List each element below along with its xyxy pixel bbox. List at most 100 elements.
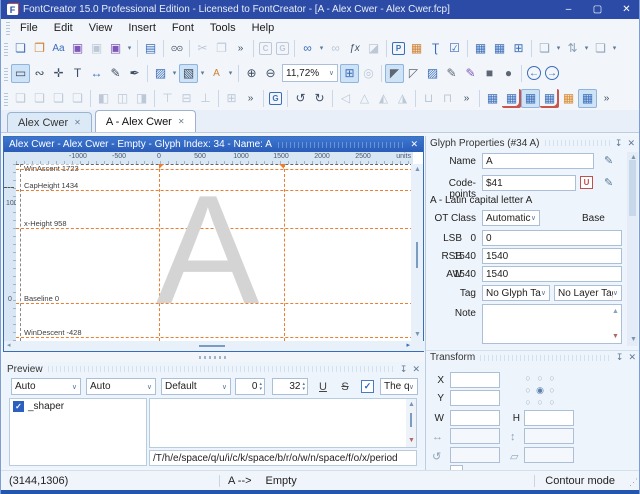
shaper-list[interactable]: ✓ _shaper xyxy=(9,398,147,466)
underline-button[interactable]: U xyxy=(315,378,331,395)
font-properties-icon[interactable]: P xyxy=(392,42,405,55)
origin-radio[interactable]: ○ xyxy=(522,372,534,384)
flip-vertical-icon[interactable]: △ xyxy=(355,89,374,108)
panel-close-icon[interactable]: ✕ xyxy=(628,352,636,363)
strikeout-button[interactable]: S xyxy=(337,378,353,395)
origin-radio[interactable]: ○ xyxy=(546,396,558,408)
spin-down-icon[interactable]: ▾ xyxy=(259,387,262,392)
transform-h-field[interactable] xyxy=(524,410,574,426)
link-dropdown-icon[interactable]: ▾ xyxy=(317,39,326,58)
draw-path-icon[interactable]: ✎ xyxy=(461,64,480,83)
rotate-cw-icon[interactable]: ↻ xyxy=(310,89,329,108)
codepoints-field[interactable] xyxy=(482,175,576,191)
pointer-mode-icon[interactable]: ◤ xyxy=(385,64,404,83)
pin-icon[interactable]: ↧ xyxy=(616,352,624,363)
draw-tool-icon[interactable]: ✎ xyxy=(106,64,125,83)
zoom-fit-icon[interactable]: ⊞ xyxy=(340,64,359,83)
glyph-canvas[interactable]: WinAscent 1723 CapHeight 1434 x-Height 9… xyxy=(16,164,413,341)
preview-spacing-stepper[interactable]: 0 ▴▾ xyxy=(235,378,265,395)
minimize-button[interactable]: – xyxy=(554,0,583,19)
edit-wand-icon[interactable]: ✎ xyxy=(604,176,613,189)
measure-tool-icon[interactable]: ↔ xyxy=(87,64,106,83)
note-field[interactable] xyxy=(482,304,622,344)
send-backward-icon[interactable]: ❏ xyxy=(49,89,68,108)
compare-glyphs-icon[interactable]: ▦ xyxy=(471,39,490,58)
menu-insert[interactable]: Insert xyxy=(120,21,164,35)
draw-contour-icon[interactable]: ✎ xyxy=(442,64,461,83)
scroll-right-icon[interactable]: ▸ xyxy=(406,341,410,351)
tab-glyph-edit[interactable]: A - Alex Cwer ✕ xyxy=(95,110,196,132)
horizontal-ruler[interactable]: -1000 -500 0 500 1000 1500 2000 2500 uni… xyxy=(16,152,413,164)
transform-origin-grid[interactable]: ○ ○ ○ ○ ◉ ○ ○ ○ ○ xyxy=(522,372,558,408)
center-glyph-icon[interactable]: ⊞ xyxy=(222,89,241,108)
unicode-badge-icon[interactable]: U xyxy=(580,176,593,189)
preview-options-checkbox[interactable]: ✓ xyxy=(361,380,374,393)
labels-mode-icon[interactable]: A xyxy=(207,64,226,83)
blank-glyph-dropdown-icon[interactable]: ▾ xyxy=(554,39,563,58)
contour-mode-icon[interactable]: ◸ xyxy=(404,64,423,83)
list-item[interactable]: ✓ _shaper xyxy=(10,399,146,414)
transform-x-field[interactable] xyxy=(450,372,500,388)
rotate-left-90-icon[interactable]: ◭ xyxy=(374,89,393,108)
scroll-up-icon[interactable]: ▲ xyxy=(414,165,421,175)
freehand-select-icon[interactable]: ∾ xyxy=(30,64,49,83)
origin-radio[interactable]: ○ xyxy=(546,384,558,396)
rsb-field[interactable] xyxy=(482,248,622,264)
menu-edit[interactable]: Edit xyxy=(46,21,81,35)
panel-splitter[interactable] xyxy=(3,353,424,361)
paste-special-icon[interactable]: G xyxy=(269,92,282,105)
copy-icon[interactable]: ❐ xyxy=(212,39,231,58)
pan-tool-icon[interactable]: ✛ xyxy=(49,64,68,83)
metrics-rows-icon[interactable]: ▦ xyxy=(521,89,540,108)
zoom-out-icon[interactable]: ⊖ xyxy=(261,64,280,83)
save-copy-icon[interactable]: ▣ xyxy=(87,39,106,58)
scroll-down-icon[interactable]: ▼ xyxy=(612,332,619,342)
opentype-designer-icon[interactable]: ƒx xyxy=(345,39,364,58)
swap-glyphs-icon[interactable]: ⇅ xyxy=(563,39,582,58)
skew-field[interactable] xyxy=(524,447,574,463)
stretch-height-field[interactable] xyxy=(524,428,574,444)
aw-field[interactable] xyxy=(482,266,622,282)
ot-class-select[interactable]: Automatic ∨ xyxy=(482,210,540,226)
rotate-field[interactable] xyxy=(450,447,500,463)
image-mode-icon[interactable]: ▨ xyxy=(423,64,442,83)
panel-close-icon[interactable]: ✕ xyxy=(627,138,635,149)
zoom-in-icon[interactable]: ⊕ xyxy=(242,64,261,83)
glyph-outline[interactable]: A xyxy=(156,164,259,338)
menu-help[interactable]: Help xyxy=(244,21,283,35)
origin-radio[interactable]: ○ xyxy=(522,384,534,396)
scroll-left-icon[interactable]: ◂ xyxy=(7,341,11,351)
pin-icon[interactable]: ↧ xyxy=(615,138,623,149)
stretch-width-field[interactable] xyxy=(450,428,500,444)
metrics-lock-icon[interactable]: ▦ xyxy=(559,89,578,108)
open-font-icon[interactable]: ❐ xyxy=(30,39,49,58)
align-overflow-icon[interactable]: » xyxy=(241,89,260,108)
paste-glyph-icon[interactable]: G xyxy=(276,42,289,55)
scroll-down-icon[interactable]: ▼ xyxy=(408,436,415,446)
link-composite-icon[interactable]: ∞ xyxy=(298,39,317,58)
toolbar-overflow-icon[interactable]: » xyxy=(231,39,250,58)
font-overview-icon[interactable]: Aa xyxy=(49,39,68,58)
menu-file[interactable]: File xyxy=(12,21,46,35)
origin-radio[interactable]: ○ xyxy=(534,372,546,384)
metrics-columns-icon[interactable]: ▦ xyxy=(578,89,597,108)
preview-size-stepper[interactable]: 32 ▴▾ xyxy=(272,378,308,395)
scrollbar-thumb[interactable] xyxy=(410,413,412,427)
properties-scrollbar[interactable]: ▲ ▼ xyxy=(627,152,638,346)
font-settings-icon[interactable]: ▦ xyxy=(407,39,426,58)
zoom-rect-icon[interactable]: ◎ xyxy=(359,64,378,83)
kerning-left-icon[interactable]: ▦ xyxy=(502,89,521,108)
advance-width-line[interactable] xyxy=(284,164,285,341)
tab-close-icon[interactable]: ✕ xyxy=(74,118,81,127)
labels-dropdown-icon[interactable]: ▾ xyxy=(226,64,235,83)
next-glyph-icon[interactable]: → xyxy=(545,66,559,80)
advance-width-marker[interactable] xyxy=(279,164,284,169)
metrics-overflow-icon[interactable]: » xyxy=(597,89,616,108)
swap-dropdown-icon[interactable]: ▾ xyxy=(582,39,591,58)
glyph-edit-titlebar[interactable]: Alex Cwer - Alex Cwer - Empty - Glyph In… xyxy=(4,137,423,152)
origin-radio[interactable]: ○ xyxy=(522,396,534,408)
menu-view[interactable]: View xyxy=(81,21,121,35)
transform-y-field[interactable] xyxy=(450,390,500,406)
flip-horizontal-icon[interactable]: ◁ xyxy=(336,89,355,108)
clear-icon[interactable]: ◪ xyxy=(364,39,383,58)
